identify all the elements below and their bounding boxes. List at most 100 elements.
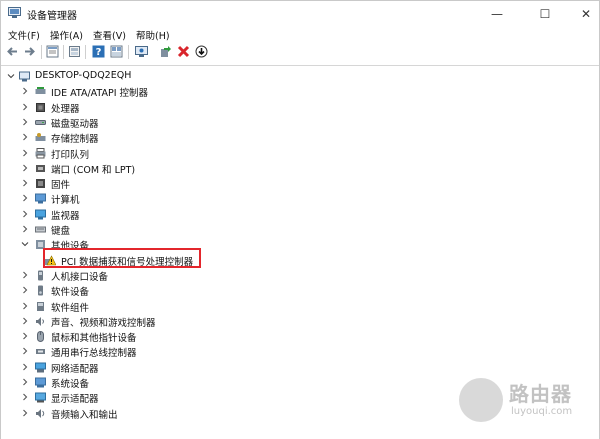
chevron-right-icon[interactable]	[21, 271, 29, 279]
tree-category-item[interactable]: IDE ATA/ATAPI 控制器	[21, 83, 281, 99]
sound-icon	[36, 316, 44, 326]
tree-root[interactable]: DESKTOP-QDQ2EQH	[7, 68, 207, 84]
tree-category-item[interactable]: 鼠标和其他指针设备	[21, 328, 281, 344]
tree-category-item[interactable]: 端口 (COM 和 LPT)	[21, 160, 281, 176]
menu-view[interactable]: 查看(V)	[93, 28, 126, 42]
back-arrow-icon[interactable]	[6, 45, 19, 58]
tree-category-item[interactable]: 通用串行总线控制器	[21, 343, 281, 359]
minimize-button[interactable]: —	[477, 1, 517, 26]
maximize-button[interactable]: ☐	[525, 1, 565, 26]
chevron-down-icon[interactable]	[7, 72, 15, 80]
chevron-right-icon[interactable]	[21, 286, 29, 294]
chevron-right-icon[interactable]	[21, 393, 29, 401]
keyboard-icon	[35, 226, 46, 233]
port-icon	[36, 164, 45, 172]
view-icon[interactable]	[110, 45, 123, 58]
chevron-right-icon[interactable]	[21, 363, 29, 371]
maximize-icon: ☐	[539, 6, 551, 21]
toolbar-separator	[128, 45, 129, 59]
chevron-right-icon[interactable]	[21, 210, 29, 218]
tree-item-label: IDE ATA/ATAPI 控制器	[51, 88, 149, 100]
tree-item-label: 系统设备	[51, 379, 90, 390]
chevron-right-icon[interactable]	[21, 149, 29, 157]
menu-action[interactable]: 操作(A)	[50, 28, 83, 42]
tree-category-item[interactable]: 键盘	[21, 221, 281, 237]
tree-item-label: 磁盘驱动器	[51, 118, 99, 130]
hid-icon	[38, 270, 43, 281]
toolbar-separator	[85, 45, 86, 59]
chevron-right-icon[interactable]	[21, 347, 29, 355]
tree-item-label: 固件	[51, 180, 71, 192]
tree-category-item[interactable]: 处理器	[21, 99, 281, 115]
tree-category-item[interactable]: 软件组件	[21, 298, 281, 314]
chevron-right-icon[interactable]	[21, 378, 29, 386]
tree-category-item[interactable]: 固件	[21, 175, 281, 191]
chevron-right-icon[interactable]	[21, 225, 29, 233]
chevron-right-icon[interactable]	[21, 164, 29, 172]
help-icon[interactable]: ?	[92, 45, 105, 58]
tree-item-label: 处理器	[51, 103, 80, 115]
tree-root-label: DESKTOP-QDQ2EQH	[35, 70, 132, 81]
toolbar-separator	[41, 45, 42, 59]
chevron-right-icon[interactable]	[21, 133, 29, 141]
tree-item-label: 鼠标和其他指针设备	[51, 333, 137, 345]
tree-category-item[interactable]: 显示适配器	[21, 389, 281, 405]
computer-root-icon	[19, 71, 30, 82]
tree-category-item[interactable]: 人机接口设备	[21, 267, 281, 283]
chevron-right-icon[interactable]	[21, 409, 29, 417]
update-driver-icon[interactable]	[159, 45, 172, 58]
tree-category-item[interactable]: 系统设备	[21, 374, 281, 390]
window-title: 设备管理器	[27, 11, 77, 22]
tree-category-item[interactable]: 计算机	[21, 190, 281, 206]
menu-help[interactable]: 帮助(H)	[136, 28, 170, 42]
ide-controller-icon	[35, 87, 46, 95]
properties-icon[interactable]	[46, 45, 59, 58]
mouse-icon	[37, 331, 44, 343]
firmware-icon	[36, 179, 45, 189]
software-device-icon	[38, 285, 43, 296]
tree-category-item[interactable]: 声音、视频和游戏控制器	[21, 313, 281, 329]
tree-category-item[interactable]: 软件设备	[21, 282, 281, 298]
close-button[interactable]: ✕	[566, 1, 600, 26]
chevron-right-icon[interactable]	[21, 179, 29, 187]
tree-category-item[interactable]: 监视器	[21, 206, 281, 222]
chevron-right-icon[interactable]	[21, 302, 29, 310]
tree-item-label: 计算机	[51, 195, 80, 207]
menu-bar: 文件(F) 操作(A) 查看(V) 帮助(H)	[1, 27, 599, 42]
processor-icon	[36, 102, 45, 112]
forward-arrow-icon[interactable]	[23, 45, 36, 58]
tree-category-item[interactable]: 存储控制器	[21, 129, 281, 145]
chevron-down-icon[interactable]	[21, 240, 29, 248]
chevron-right-icon[interactable]	[21, 87, 29, 95]
tree-category-item[interactable]: 打印队列	[21, 145, 281, 161]
tree-category-item[interactable]: 磁盘驱动器	[21, 114, 281, 130]
tree-item-label: 打印队列	[51, 149, 90, 161]
computer-icon	[35, 193, 46, 204]
disable-download-icon[interactable]	[195, 45, 208, 58]
usb-icon	[36, 349, 45, 355]
chevron-right-icon[interactable]	[21, 194, 29, 202]
tree-category-item[interactable]: 音频输入和输出	[21, 405, 281, 421]
highlight-box	[43, 248, 201, 268]
software-component-icon	[37, 301, 44, 311]
close-icon: ✕	[580, 6, 592, 21]
network-adapter-icon	[35, 362, 46, 373]
toolbar: ?	[1, 42, 599, 62]
show-hidden-icon[interactable]	[68, 45, 81, 58]
device-manager-icon	[8, 7, 21, 18]
chevron-right-icon[interactable]	[21, 332, 29, 340]
monitor-scan-icon[interactable]	[135, 45, 148, 58]
tree-category-item[interactable]: 网络适配器	[21, 359, 281, 375]
chevron-right-icon[interactable]	[21, 317, 29, 325]
tree-item-label: 声音、视频和游戏控制器	[51, 317, 156, 329]
watermark-url: luyouqi.com	[511, 406, 573, 417]
tree-item-label: 音频输入和输出	[51, 409, 118, 421]
chevron-right-icon[interactable]	[21, 103, 29, 111]
chevron-right-icon[interactable]	[21, 118, 29, 126]
title-bar[interactable]: 设备管理器 — ☐ ✕	[1, 1, 599, 26]
toolbar-separator	[63, 45, 64, 59]
uninstall-x-icon[interactable]	[177, 45, 190, 58]
tree-item-label: 端口 (COM 和 LPT)	[51, 164, 136, 176]
menu-file[interactable]: 文件(F)	[8, 28, 40, 42]
print-queue-icon	[35, 147, 46, 158]
